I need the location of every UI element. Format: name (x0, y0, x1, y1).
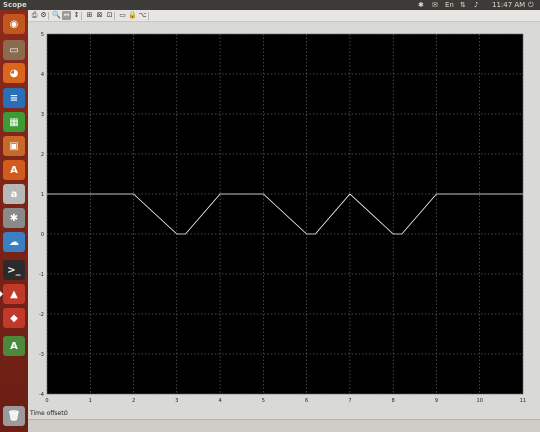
terminal-icon: >_ (7, 264, 21, 276)
scope-plot[interactable]: 0 1 2 3 4 5 6 7 8 9 10 11 -4 -3 -2 -1 0 1 2 3 4 5 (28, 22, 540, 408)
launcher-calc[interactable]: ▦ (3, 112, 25, 132)
top-panel: Scope ✱ ✉ En ⇅ ♪ 11:47 AM ⏻ (0, 0, 540, 10)
x-tick-label: 0 (45, 398, 48, 404)
spreadsheet-icon: ▦ (9, 116, 19, 128)
bluetooth-icon[interactable]: ✱ (418, 0, 424, 10)
settings-icon: ✱ (9, 212, 19, 224)
toolbar: ⎙ ⚙ 🔍 ↔ ↕ ⊞ ⊠ ⊡ ▭ 🔒 ⌥ (28, 10, 540, 22)
bottom-strip (28, 419, 540, 432)
launcher-dash[interactable]: ◉ (3, 14, 25, 34)
launcher-simulink[interactable]: ◆ (3, 308, 25, 328)
print-button[interactable]: ⎙ (30, 11, 39, 20)
launcher-matlab[interactable]: ▲ (0, 284, 25, 304)
x-tick-label: 1 (89, 398, 92, 404)
signal-selector-icon: ⌥ (138, 11, 147, 19)
y-tick-label: -3 (39, 352, 44, 358)
folder-icon: ▭ (9, 44, 19, 56)
launcher-files[interactable]: ▭ (3, 40, 25, 60)
status-label: Time offset: (30, 410, 66, 417)
volume-icon[interactable]: ♪ (474, 0, 478, 10)
toolbar-separator (48, 12, 49, 20)
y-tick-label: 4 (41, 72, 44, 78)
ubuntu-logo-icon: ◉ (9, 18, 19, 30)
x-tick-label: 6 (305, 398, 308, 404)
y-tick-label: 0 (41, 232, 44, 238)
zoom-x-icon: ↔ (63, 11, 70, 19)
x-tick-label: 9 (435, 398, 438, 404)
x-tick-label: 10 (477, 398, 483, 404)
x-tick-label: 11 (520, 398, 526, 404)
cloud-icon: ☁ (9, 236, 19, 248)
y-tick-label: -4 (39, 392, 44, 398)
x-tick-label: 2 (132, 398, 135, 404)
y-tick-label: 2 (41, 152, 44, 158)
restore-axes-icon: ⊡ (106, 11, 113, 19)
zoom-button[interactable]: 🔍 (52, 11, 61, 20)
amazon-icon: a (10, 188, 18, 200)
save-axes-button[interactable]: ⊠ (95, 11, 104, 20)
network-icon[interactable]: ⇅ (460, 0, 466, 10)
x-tick-label: 3 (175, 398, 178, 404)
clock[interactable]: 11:47 AM (492, 0, 525, 10)
launcher: ◉ ▭ ◕ ≡ ▦ ▣ Aa ✱ ☁ >_ ▲ ◆ A 🗑 (0, 10, 28, 432)
firefox-icon: ◕ (9, 67, 19, 79)
lock-icon: 🔒 (128, 11, 137, 19)
zoom-y-icon: ↕ (73, 11, 80, 19)
x-tick-label: 4 (218, 398, 221, 404)
keyboard-layout-icon[interactable]: En (445, 0, 454, 10)
simulink-icon: ◆ (10, 312, 18, 324)
floating-scope-icon: ▭ (119, 11, 126, 19)
printer-icon: ⎙ (31, 11, 38, 19)
zoom-y-button[interactable]: ↕ (72, 11, 81, 20)
status-bar: Time offset: 0 (28, 408, 540, 419)
floating-scope-button[interactable]: ▭ (118, 11, 127, 20)
y-tick-label: 3 (41, 112, 44, 118)
y-tick-label: -2 (39, 312, 44, 318)
autoscale-icon: ⊞ (86, 11, 93, 19)
x-tick-label: 8 (392, 398, 395, 404)
toolbar-separator (114, 12, 115, 20)
launcher-terminal[interactable]: >_ (3, 260, 25, 280)
launcher-updater[interactable]: A (3, 336, 25, 356)
launcher-amazon[interactable]: a (3, 184, 25, 204)
parameters-button[interactable]: ⚙ (39, 11, 48, 20)
x-tick-label: 5 (262, 398, 265, 404)
y-tick-label: -1 (39, 272, 44, 278)
document-icon: ≡ (9, 92, 19, 104)
presentation-icon: ▣ (9, 140, 19, 152)
restore-axes-button[interactable]: ⊡ (105, 11, 114, 20)
matlab-icon: ▲ (10, 288, 18, 300)
launcher-settings[interactable]: ✱ (3, 208, 25, 228)
x-tick-label: 7 (348, 398, 351, 404)
zoom-icon: 🔍 (52, 11, 61, 19)
trash-icon: 🗑 (7, 410, 21, 422)
launcher-software[interactable]: A (3, 160, 25, 180)
launcher-impress[interactable]: ▣ (3, 136, 25, 156)
launcher-trash[interactable]: 🗑 (3, 406, 25, 426)
power-icon[interactable]: ⏻ (528, 0, 534, 10)
figure-area: 0 1 2 3 4 5 6 7 8 9 10 11 -4 -3 -2 -1 0 1 2 3 4 5 (28, 22, 540, 408)
status-value: 0 (64, 410, 68, 417)
y-tick-label: 5 (41, 32, 44, 38)
mail-icon[interactable]: ✉ (432, 0, 438, 10)
y-tick-label: 1 (41, 192, 44, 198)
toolbar-separator (148, 12, 149, 20)
gear-icon: ⚙ (40, 11, 47, 19)
launcher-cloud[interactable]: ☁ (3, 232, 25, 252)
toolbar-separator (81, 12, 82, 20)
launcher-writer[interactable]: ≡ (3, 88, 25, 108)
autoscale-button[interactable]: ⊞ (85, 11, 94, 20)
software-updater-icon: A (10, 340, 18, 352)
launcher-firefox[interactable]: ◕ (3, 63, 25, 83)
window-title: Scope (3, 1, 27, 9)
zoom-x-button[interactable]: ↔ (62, 11, 71, 20)
save-axes-icon: ⊠ (96, 11, 103, 19)
lock-axes-button[interactable]: 🔒 (128, 11, 137, 20)
software-center-icon: A (10, 164, 18, 176)
signal-selector-button[interactable]: ⌥ (138, 11, 147, 20)
